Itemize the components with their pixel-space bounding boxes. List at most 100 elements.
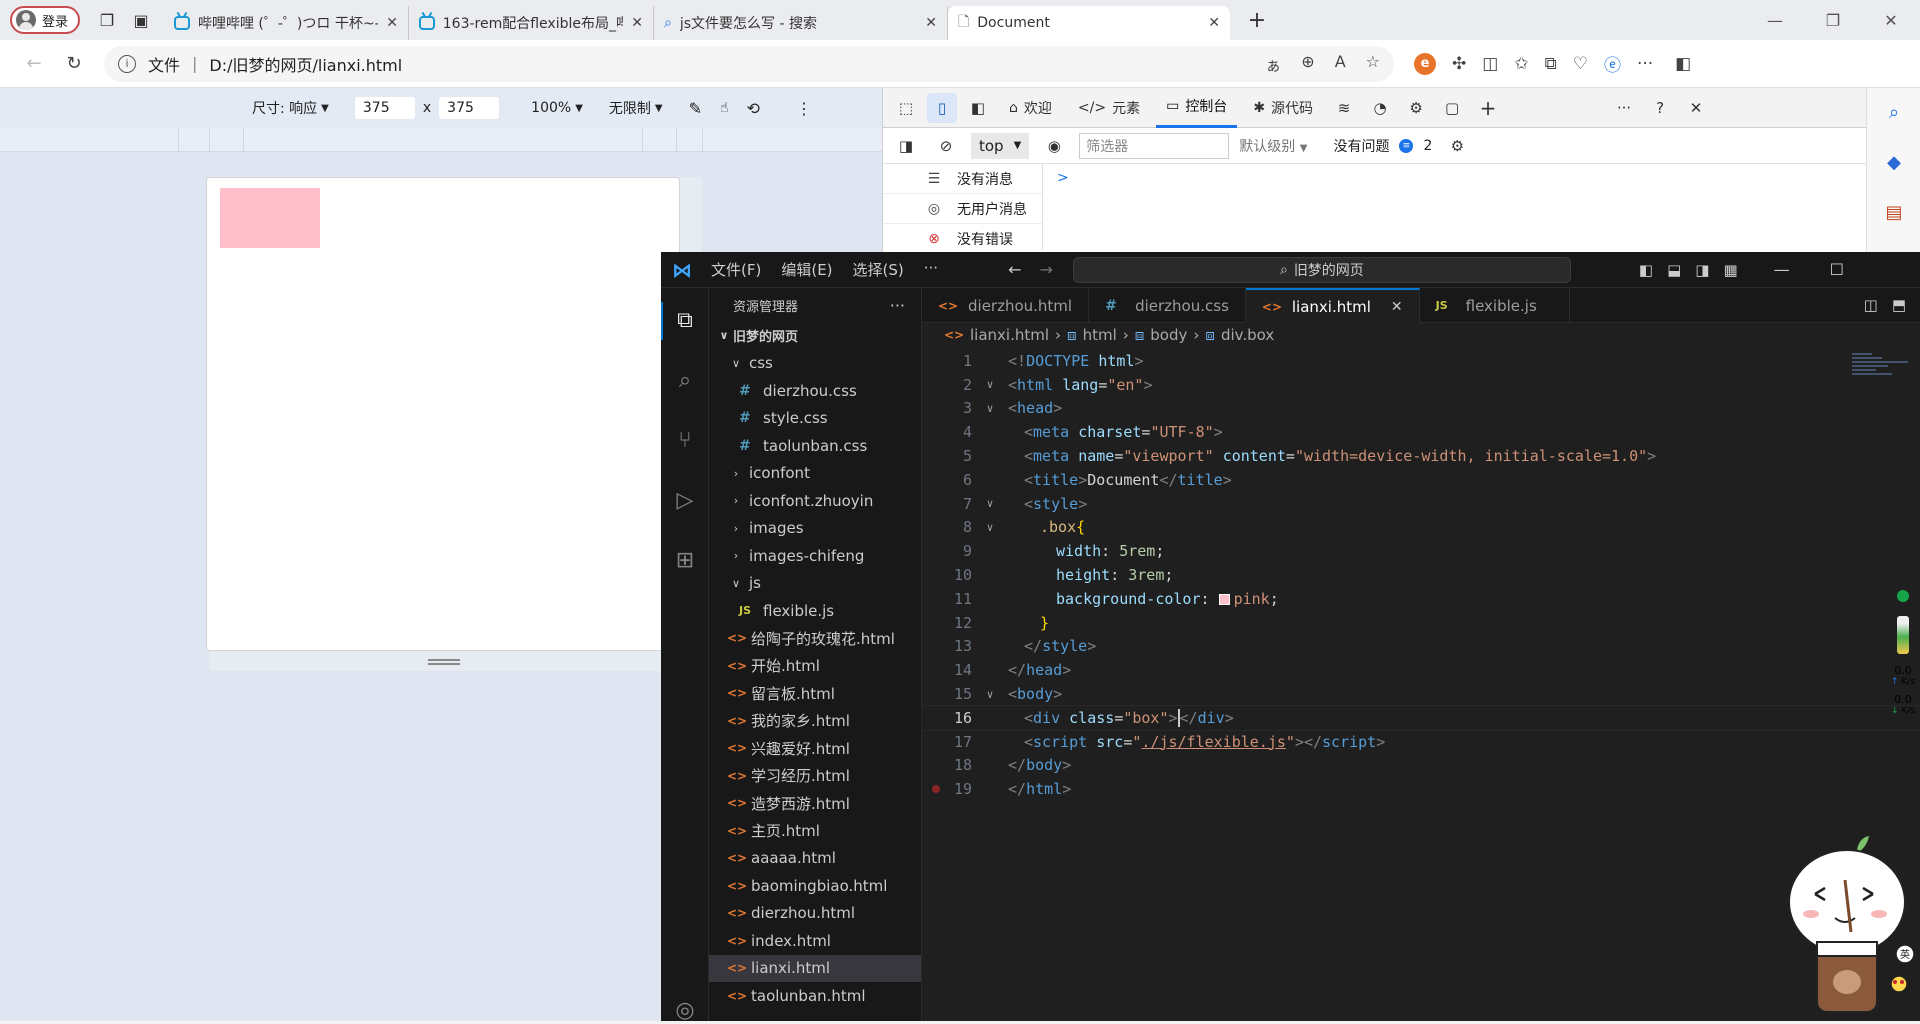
browser-tab[interactable]: 哔哩哔哩 (゜-゜)つロ 干杯~-bilib ✕ [164,6,410,40]
breadcrumb-item[interactable]: body [1150,326,1187,344]
code-line[interactable]: 12} [922,611,1920,635]
more-actions-icon[interactable]: ··· [890,296,905,315]
info-icon[interactable]: i [118,54,136,73]
height-input[interactable]: 375 [439,97,500,119]
tree-file[interactable]: <> 我的家乡.html [709,707,921,735]
tree-file[interactable]: <> lianxi.html [709,954,921,982]
close-window-icon[interactable]: ✕ [1862,11,1920,30]
extension-icon[interactable]: e [1414,52,1436,75]
issues-label[interactable]: 没有问题 [1333,136,1389,156]
sidebar-toggle-icon[interactable]: ◨ [891,131,921,161]
new-tab-button[interactable]: + [1240,3,1274,37]
fold-chevron-icon[interactable]: ∨ [972,521,1008,534]
code-line[interactable]: 5 <meta name="viewport" content="width=de… [922,444,1920,468]
customize-layout-icon[interactable]: ▦ [1723,261,1737,279]
profile-button[interactable]: 登录 [10,6,81,34]
url-field[interactable]: i 文件 | D:/旧梦的网页/lianxi.html ぁ ⊕ A ☆ [104,45,1394,82]
level-select[interactable]: 默认级别 ▼ [1239,136,1307,156]
back-icon[interactable]: ← [14,53,54,74]
refresh-icon[interactable]: ↻ [54,53,94,74]
code-line[interactable]: 19 </html> [922,777,1920,801]
sidebar-item-user-messages[interactable]: ◎ 无用户消息 [883,194,1042,224]
console-settings-gear-icon[interactable]: ⚙ [1442,131,1472,161]
tree-file[interactable]: <> 造梦西游.html [709,790,921,818]
code-line[interactable]: 8 ∨ .box{ [922,516,1920,540]
media-query-ruler[interactable] [0,128,882,152]
back-arrow-icon[interactable]: ← [1008,260,1021,279]
code-line[interactable]: 13 </style> [922,635,1920,659]
tab-sources[interactable]: ✱ 源代码 [1243,88,1323,128]
toggle-panel-icon[interactable]: ⬓ [1667,261,1681,279]
clear-console-icon[interactable]: ⊘ [931,131,961,161]
read-aloud-icon[interactable]: A [1335,52,1346,76]
fold-chevron-icon[interactable]: ∨ [972,402,1008,415]
tree-file[interactable]: JS flexible.js [709,597,921,625]
sidebar-item-errors[interactable]: ⊗ 没有错误 [883,224,1042,254]
accounts-icon[interactable]: ◎ [672,998,698,1024]
help-icon[interactable]: ? [1645,93,1675,123]
code-line[interactable]: 17 <script src="./js/flexible.js"></scrip… [922,730,1920,754]
tree-file[interactable]: <> dierzhou.html [709,900,921,928]
code-line[interactable]: 11 background-color: pink; [922,587,1920,611]
tab-welcome[interactable]: ⌂ 欢迎 [999,88,1062,128]
fold-chevron-icon[interactable]: ∨ [972,378,1008,391]
tab-console[interactable]: ▭ 控制台 [1156,88,1238,128]
breadcrumb-item[interactable]: div.box [1221,326,1274,344]
tree-file[interactable]: <> 开始.html [709,652,921,680]
breadcrumb-item[interactable]: html [1083,326,1117,344]
tree-file[interactable]: <> aaaaa.html [709,845,921,873]
eyedropper-icon[interactable]: ✎ [689,99,702,118]
code-line[interactable]: 16 <div class="box"> </div> [921,704,1920,731]
code-line[interactable]: 9 width: 5rem; [922,539,1920,563]
editor-tab[interactable]: <> dierzhou.html [922,288,1090,323]
code-line[interactable]: 15 ∨ <body> [922,682,1920,706]
code-line[interactable]: 7 ∨ <style> [922,492,1920,516]
close-tab-icon[interactable]: ✕ [1391,299,1403,315]
code-line[interactable]: 1 <!DOCTYPE html> [922,349,1920,373]
tree-folder[interactable]: ∨ css [709,350,921,378]
vertical-tabs-icon[interactable]: ▣ [124,3,158,37]
tree-folder[interactable]: › iconfont [709,460,921,488]
run-debug-icon[interactable]: ▷ [672,488,698,514]
toolbox-icon[interactable]: ▤ [1881,202,1907,228]
rotate-icon[interactable]: ⟲ [747,99,760,118]
menu-more[interactable]: ··· [924,259,938,280]
tree-folder[interactable]: › iconfont.zhuoyin [709,487,921,515]
code-line[interactable]: 10 height: 3rem; [922,563,1920,587]
workspace-root[interactable]: ∨ 旧梦的网页 [709,322,921,350]
width-input[interactable]: 375 [354,97,415,119]
extensions-icon[interactable]: ⊞ [672,548,698,574]
code-line[interactable]: 14 </head> [922,658,1920,682]
touch-icon[interactable]: ☝ [720,100,729,116]
tree-file[interactable]: <> 主页.html [709,817,921,845]
edge-icon[interactable]: ⓔ [1604,51,1621,76]
minimize-icon[interactable]: — [1746,11,1804,30]
tree-file[interactable]: <> baomingbiao.html [709,872,921,900]
editor-tab[interactable]: # dierzhou.css [1089,288,1246,323]
workspaces-icon[interactable]: ❐ [90,3,124,37]
settings-gear-icon[interactable]: ⚙ [1401,93,1431,123]
close-icon[interactable]: ✕ [1208,15,1220,31]
device-dimension-select[interactable]: 尺寸: 响应 ▼ [252,98,329,118]
menu-edit[interactable]: 编辑(E) [781,259,832,280]
zoom-select[interactable]: 100% ▼ [531,100,583,116]
browser-tab-active[interactable]: 🗋 Document ✕ [948,6,1231,40]
code-line[interactable]: 2 ∨ <html lang="en"> [922,373,1920,397]
performance-icon[interactable]: ♡ [1573,54,1588,74]
zoom-icon[interactable]: ⊕ [1301,52,1314,76]
forward-arrow-icon[interactable]: → [1039,260,1052,279]
more-tabs-icon[interactable]: ··· [1609,93,1639,123]
resize-handle-icon[interactable] [428,659,460,665]
fold-chevron-icon[interactable]: ∨ [972,688,1008,701]
more-options-icon[interactable]: ⋮ [796,99,812,118]
command-center-search[interactable]: ⌕ 旧梦的网页 [1072,256,1571,283]
editor-tab[interactable]: JS flexible.js [1420,288,1570,323]
network-icon[interactable]: ≋ [1329,93,1359,123]
sidebar-item-messages[interactable]: ☰ 没有消息 [883,164,1042,194]
close-devtools-icon[interactable]: ✕ [1681,93,1711,123]
extensions-icon[interactable]: ✣ [1452,54,1466,74]
browser-tab[interactable]: 163-rem配合flexible布局_哔哩哔 ✕ [409,6,655,40]
split-screen-icon[interactable]: ◫ [1482,54,1498,74]
code-editor[interactable]: 1 <!DOCTYPE html> 2 ∨ <html lang="en"> 3 ∨ <hea… [921,347,1920,1021]
restore-icon[interactable]: ❐ [1804,11,1862,30]
